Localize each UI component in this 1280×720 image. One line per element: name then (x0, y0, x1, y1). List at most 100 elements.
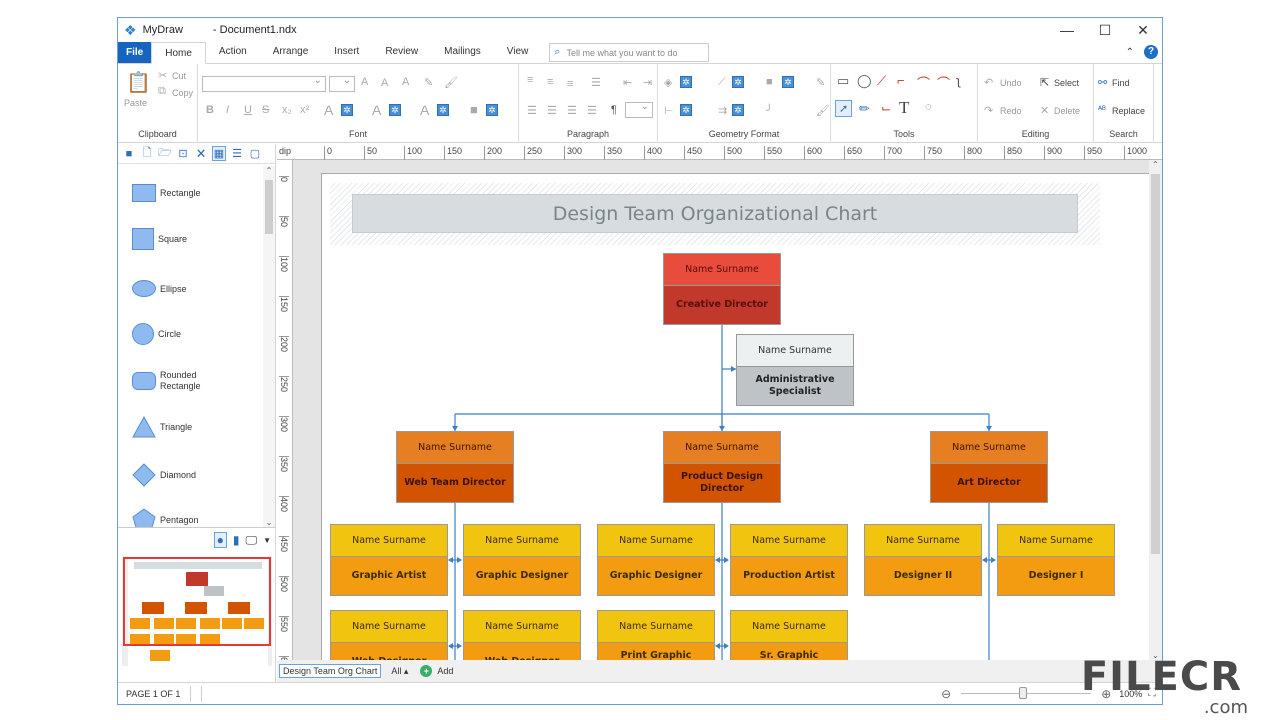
org-node-ga[interactable]: Name Surname Graphic Artist (330, 524, 448, 596)
font-family-select[interactable] (202, 75, 326, 92)
new-library-icon[interactable]: 🗋 (140, 144, 154, 163)
geometry-eyedropper-icon[interactable]: ✎ (816, 76, 825, 89)
freehand-tool-icon[interactable]: ʅ (957, 73, 960, 88)
bullets-icon[interactable]: ☰ (591, 76, 601, 89)
align-center-icon[interactable]: ☰ (547, 104, 557, 117)
redo-button[interactable]: Redo (1000, 106, 1022, 116)
monitor-icon[interactable]: 🖵 (246, 533, 258, 548)
zoom-thumb[interactable] (1019, 686, 1028, 699)
add-page-button[interactable]: Add (437, 666, 453, 676)
org-node-gd1[interactable]: Name Surname Graphic Designer (463, 524, 581, 596)
org-node-gd2[interactable]: Name Surname Graphic Designer (597, 524, 715, 596)
underline-icon[interactable]: U (244, 104, 252, 116)
pan-zoom-icon[interactable]: ● (213, 532, 227, 548)
icons-view-icon[interactable]: ▦ (212, 146, 226, 161)
zoom-slider[interactable] (961, 686, 1092, 699)
close-button[interactable]: ✕ (1124, 22, 1162, 39)
font-size-select[interactable] (329, 75, 355, 92)
org-node-pa[interactable]: Name Surname Production Artist (730, 524, 848, 596)
tab-view[interactable]: View (494, 41, 542, 63)
fill-gear-icon[interactable]: ✲ (680, 76, 692, 88)
org-node-ad[interactable]: Name Surname Art Director (930, 431, 1048, 503)
page-tab-current[interactable]: Design Team Org Chart (279, 664, 382, 678)
font-color-icon[interactable]: A (324, 102, 333, 118)
canvas-vertical-scrollbar[interactable]: ⌃ ⌄ (1149, 160, 1162, 660)
shape-item-square[interactable]: Square (132, 228, 187, 250)
canvas-scroll-thumb[interactable] (1151, 174, 1160, 554)
org-node-d1[interactable]: Name Surname Designer I (997, 524, 1115, 596)
select-button[interactable]: Select (1054, 78, 1079, 88)
shadow-gear-icon[interactable]: ✲ (486, 104, 498, 116)
scroll-thumb[interactable] (265, 180, 273, 234)
align-top-icon[interactable]: ≡ (527, 74, 533, 86)
clear-format-icon[interactable]: A (402, 76, 409, 88)
align-middle-icon[interactable]: ≡ (547, 76, 553, 88)
eyedropper-icon[interactable]: ✎ (424, 76, 433, 89)
minimize-button[interactable]: — (1048, 22, 1086, 39)
rectangle-tool-icon[interactable]: ▭ (837, 73, 849, 89)
org-node-as[interactable]: Name Surname Administrative Specialist (736, 334, 854, 406)
book-icon[interactable]: ▮ (233, 533, 240, 547)
end-arrow-gear-icon[interactable]: ✲ (732, 104, 744, 116)
ellipse-tool-icon[interactable]: ◯ (857, 73, 872, 89)
tab-home[interactable]: Home (151, 42, 206, 64)
shape-item-triangle[interactable]: Triangle (132, 416, 192, 438)
org-node-pdd[interactable]: Name Surname Product Design Director (663, 431, 781, 503)
shadow-icon[interactable]: ■ (470, 102, 478, 117)
grow-font-icon[interactable]: A (361, 76, 368, 88)
find-button[interactable]: Find (1112, 78, 1130, 88)
scroll-up-icon[interactable]: ⌃ (263, 166, 275, 175)
align-right-icon[interactable]: ☰ (567, 104, 577, 117)
curve-tool-icon[interactable]: ⌒ (937, 73, 950, 92)
shape-item-pentagon[interactable]: Pentagon (132, 508, 199, 527)
line-gear-icon[interactable]: ✲ (732, 76, 744, 88)
org-node-sgd[interactable]: Name SurnameSr. Graphic Designer (730, 610, 848, 662)
tab-action[interactable]: Action (206, 41, 260, 63)
shape-item-rounded-rectangle[interactable]: Rounded Rectangle (132, 370, 210, 392)
tab-mailings[interactable]: Mailings (431, 41, 494, 63)
shape-item-ellipse[interactable]: Ellipse (132, 280, 187, 297)
format-painter-icon[interactable]: 🖌 (444, 76, 458, 89)
open-library-icon[interactable]: 🗁 (158, 144, 172, 163)
canvas-scroll-up-icon[interactable]: ⌃ (1149, 160, 1162, 169)
copy-button[interactable]: Copy (172, 88, 193, 98)
paragraph-spacing-select[interactable] (625, 101, 653, 118)
tab-insert[interactable]: Insert (321, 41, 372, 63)
org-node-wd1[interactable]: Name SurnameWeb Designer (330, 610, 448, 662)
paste-button[interactable]: Paste (124, 98, 147, 108)
org-node-wtd[interactable]: Name Surname Web Team Director (396, 431, 514, 503)
highlight-gear-icon[interactable]: ✲ (437, 104, 449, 116)
pilcrow-icon[interactable]: ¶ (611, 104, 617, 116)
polyline-tool-icon[interactable]: ⌐ (897, 73, 905, 88)
add-page-icon[interactable]: + (420, 665, 433, 677)
shape-item-diamond[interactable]: Diamond (132, 463, 196, 487)
tab-arrange[interactable]: Arrange (260, 41, 322, 63)
shape-item-circle[interactable]: Circle (132, 323, 181, 345)
all-pages-button[interactable]: All ▴ (391, 666, 408, 677)
align-left-icon[interactable]: ☰ (527, 104, 537, 117)
cut-button[interactable]: Cut (172, 71, 186, 81)
pencil-tool-icon[interactable]: ✏ (859, 101, 870, 117)
font-color-gear-icon[interactable]: ✲ (341, 104, 353, 116)
drawing-page[interactable]: Design Team Organizational Chart Name Su… (321, 173, 1151, 663)
org-node-d2[interactable]: Name Surname Designer II (864, 524, 982, 596)
begin-arrow-icon[interactable]: ⊢ (664, 104, 674, 117)
justify-icon[interactable]: ☰ (587, 104, 597, 117)
geometry-shadow-icon[interactable]: ■ (766, 76, 773, 88)
collapse-ribbon-icon[interactable]: ⌃ (1126, 47, 1134, 58)
fill-icon[interactable]: ◈ (664, 76, 672, 89)
zoom-out-icon[interactable]: ⊖ (941, 687, 951, 701)
italic-icon[interactable]: I (226, 104, 229, 116)
maximize-button[interactable]: ☐ (1086, 22, 1124, 39)
lasso-tool-icon[interactable]: ◌ (925, 101, 932, 113)
delete-button[interactable]: Delete (1054, 106, 1080, 116)
tab-file[interactable]: File (118, 42, 152, 63)
undo-button[interactable]: Undo (1000, 78, 1022, 88)
corner-icon[interactable]: ╯ (766, 104, 773, 117)
shrink-font-icon[interactable]: A (381, 77, 388, 89)
tell-me-search[interactable]: ⌕ Tell me what you want to do (549, 43, 710, 62)
close-library-icon[interactable]: 🗙 (194, 144, 208, 163)
import-library-icon[interactable]: ⊡ (176, 147, 190, 160)
list-view-icon[interactable]: ☰ (230, 147, 244, 160)
arc-tool-icon[interactable]: ⌒ (917, 73, 930, 92)
